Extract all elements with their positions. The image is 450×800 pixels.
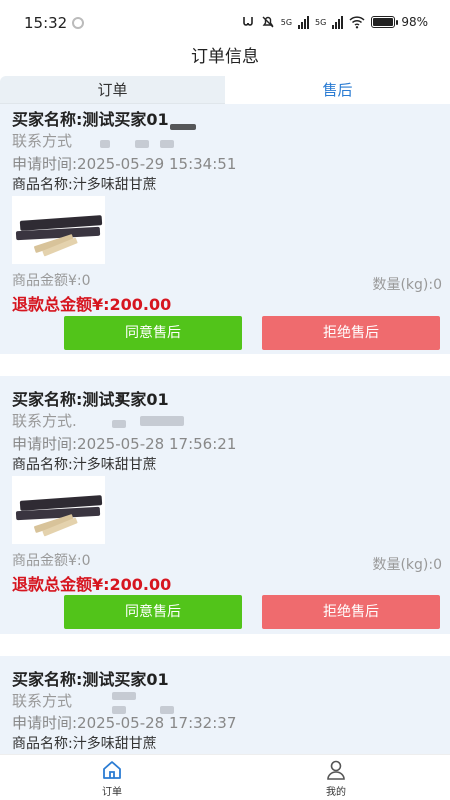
tab-orders[interactable]: 订单 — [0, 76, 225, 104]
after-sales-card: 买家名称:测试买家01 联系方式 申请时间:2025-05-28 17:32:3… — [0, 656, 450, 754]
reject-after-sales-button[interactable]: 拒绝售后 — [262, 316, 440, 350]
quantity: 数量(kg):0 — [372, 557, 442, 573]
notification-icon — [72, 17, 84, 29]
after-sales-list[interactable]: 买家名称:测试买家01 联系方式 申请时间:2025-05-29 15:34:5… — [0, 104, 450, 754]
network-type-1: 5G — [280, 17, 293, 27]
blurred-contact — [135, 140, 149, 148]
contact-label: 联系方式 — [12, 132, 73, 150]
tabbar-item-orders[interactable]: 订单 — [82, 759, 142, 798]
product-amount: 商品金额¥:0 — [12, 553, 91, 569]
refund-total: 退款总金额¥:200.00 — [12, 295, 172, 314]
buyer-name: 买家名称:测试买家01 — [12, 110, 169, 129]
after-sales-card: 买家名称:测试买家01 联系方式 申请时间:2025-05-29 15:34:5… — [0, 104, 450, 354]
buyer-name: 买家名称:测试买家01 — [12, 390, 169, 409]
wifi-icon — [349, 16, 365, 29]
signal-icon — [298, 15, 310, 29]
after-sales-card: 买家名称:测试买家01 联系方式. 申请时间:2025-05-28 17:56:… — [0, 376, 450, 634]
blurred-text — [118, 393, 124, 403]
agree-after-sales-button[interactable]: 同意售后 — [64, 595, 242, 629]
blurred-contact — [140, 416, 184, 426]
blurred-contact — [160, 140, 174, 148]
tabbar-item-mine[interactable]: 我的 — [306, 759, 366, 798]
user-icon — [327, 760, 345, 780]
earbuds-icon — [242, 17, 253, 26]
tab-after-sales[interactable]: 售后 — [225, 76, 450, 104]
blurred-contact — [100, 140, 110, 148]
product-image[interactable] — [12, 476, 105, 544]
blurred-contact — [112, 420, 126, 428]
battery-icon — [371, 16, 399, 28]
tabbar-label: 我的 — [326, 787, 346, 798]
status-icons: 5G 5G 98% — [241, 13, 428, 31]
apply-time: 申请时间:2025-05-28 17:32:37 — [12, 714, 237, 732]
tab-bar: 订单 售后 — [0, 76, 450, 104]
product-name: 商品名称:汁多味甜甘蔗 — [12, 736, 157, 752]
product-image[interactable] — [12, 196, 105, 264]
home-icon — [103, 761, 121, 779]
quantity: 数量(kg):0 — [372, 277, 442, 293]
network-type-2: 5G — [315, 17, 327, 27]
product-amount: 商品金额¥:0 — [12, 273, 91, 289]
status-bar: 15:32 5G 5G 98% — [0, 0, 450, 40]
product-name: 商品名称:汁多味甜甘蔗 — [12, 457, 157, 473]
mute-bell-icon — [262, 16, 274, 28]
battery-level: 98% — [401, 15, 428, 29]
contact-label: 联系方式. — [12, 412, 77, 430]
apply-time: 申请时间:2025-05-28 17:56:21 — [12, 435, 237, 453]
reject-after-sales-button[interactable]: 拒绝售后 — [262, 595, 440, 629]
bottom-tab-bar: 订单 我的 — [0, 754, 450, 800]
refund-total: 退款总金额¥:200.00 — [12, 575, 172, 594]
apply-time: 申请时间:2025-05-29 15:34:51 — [12, 155, 237, 173]
status-time: 15:32 — [24, 14, 68, 32]
contact-label: 联系方式 — [12, 692, 73, 710]
product-name: 商品名称:汁多味甜甘蔗 — [12, 177, 157, 193]
signal-icon-2 — [332, 15, 344, 29]
page-title: 订单信息 — [191, 47, 259, 67]
blurred-text — [170, 124, 196, 130]
blurred-contact — [112, 692, 136, 700]
buyer-name: 买家名称:测试买家01 — [12, 670, 169, 689]
tabbar-label: 订单 — [102, 787, 122, 798]
agree-after-sales-button[interactable]: 同意售后 — [64, 316, 242, 350]
